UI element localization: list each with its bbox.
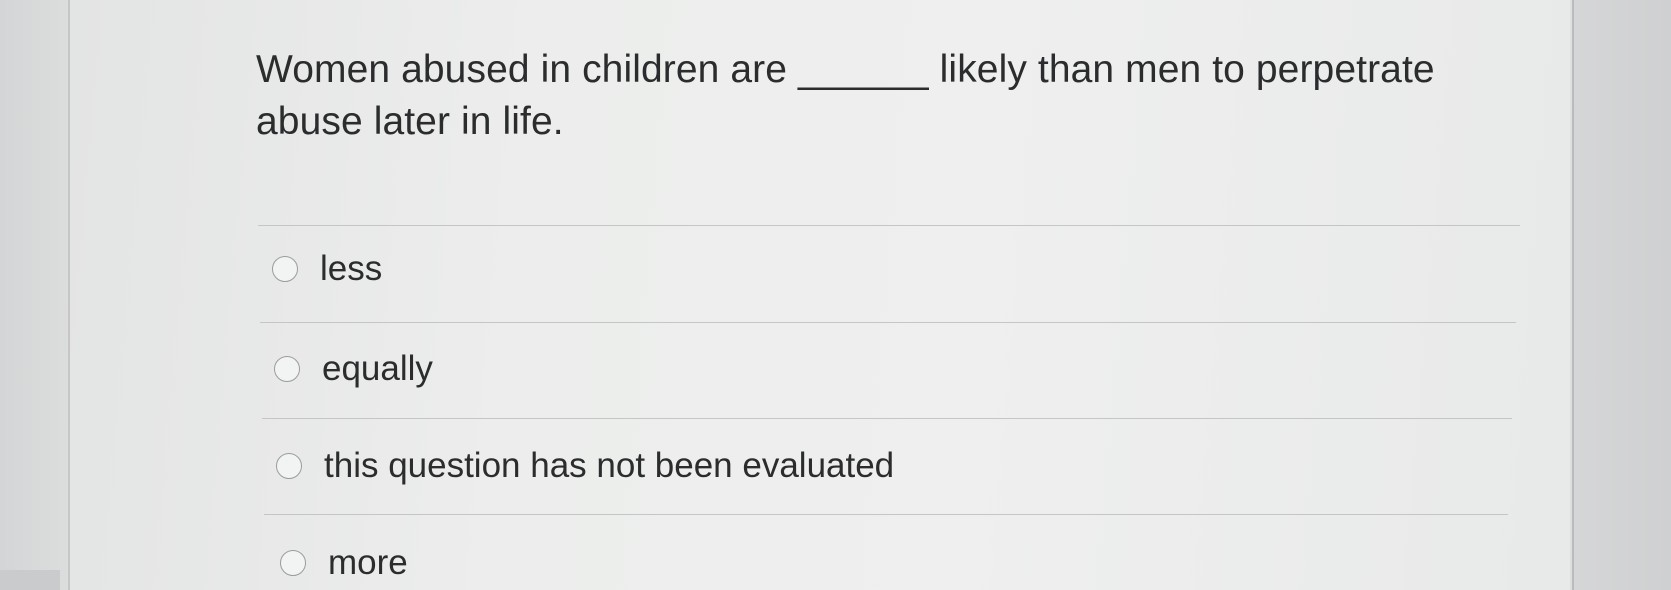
radio-more[interactable]	[280, 550, 306, 576]
divider-1	[260, 322, 1516, 323]
divider-3	[264, 514, 1508, 515]
divider-2	[262, 418, 1512, 419]
option-equally[interactable]: equally	[274, 344, 433, 394]
option-label-less: less	[320, 249, 383, 288]
radio-less[interactable]	[272, 256, 298, 282]
option-less[interactable]: less	[272, 244, 382, 294]
radio-not-evaluated[interactable]	[276, 453, 302, 479]
screen-background: Women abused in children are ______ like…	[0, 0, 1671, 590]
left-gutter-tab	[0, 570, 60, 590]
option-label-equally: equally	[322, 349, 433, 388]
right-panel	[1574, 0, 1671, 590]
option-label-not-evaluated: this question has not been evaluated	[324, 446, 895, 485]
radio-equally[interactable]	[274, 356, 300, 382]
option-not-evaluated[interactable]: this question has not been evaluated	[276, 441, 894, 491]
left-gutter	[0, 0, 70, 590]
question-text: Women abused in children are ______ like…	[256, 48, 1435, 143]
divider-top	[258, 225, 1520, 226]
option-more[interactable]: more	[280, 538, 408, 588]
option-label-more: more	[328, 543, 408, 582]
